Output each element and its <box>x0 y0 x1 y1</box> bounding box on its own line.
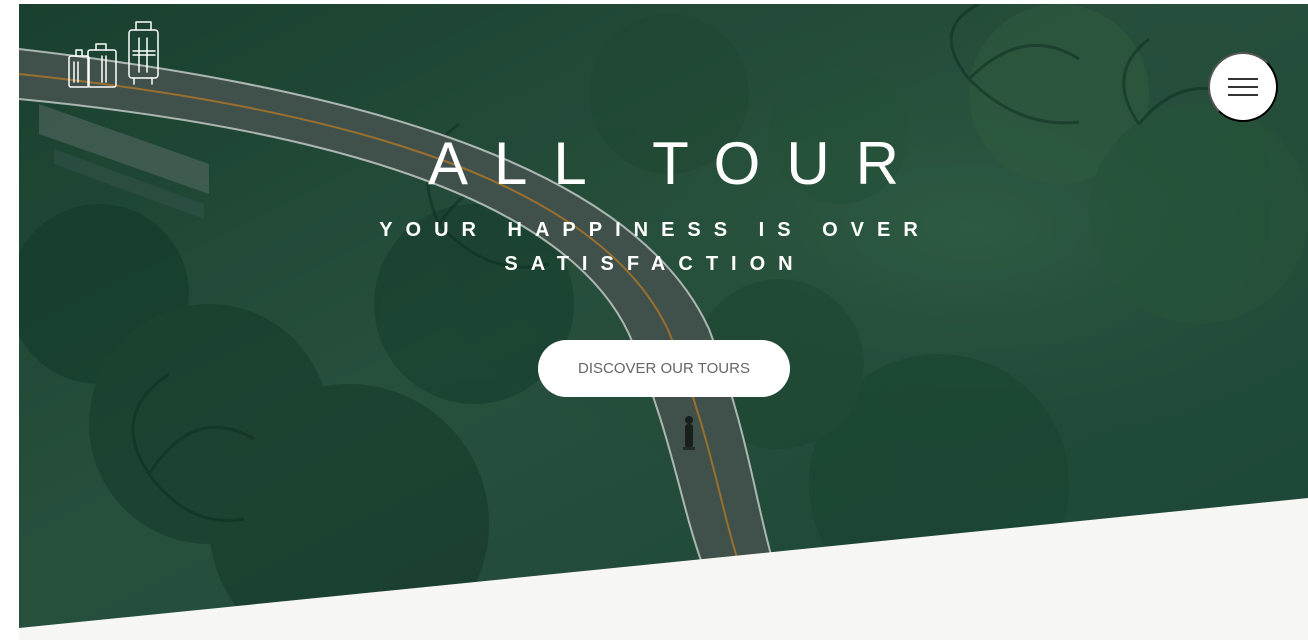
home-page: ALL TOUR YOUR HAPPINESS IS OVER SATISFAC… <box>0 0 1308 640</box>
luggage-logo-icon[interactable] <box>68 20 160 90</box>
hero-subtitle: YOUR HAPPINESS IS OVER SATISFACTION <box>379 219 931 275</box>
hero-section <box>19 4 1308 640</box>
discover-tours-button[interactable]: DISCOVER OUR TOURS <box>538 340 790 397</box>
hamburger-menu-icon <box>1228 78 1258 96</box>
menu-button[interactable] <box>1208 52 1278 122</box>
hero-title: ALL TOUR <box>427 130 925 197</box>
